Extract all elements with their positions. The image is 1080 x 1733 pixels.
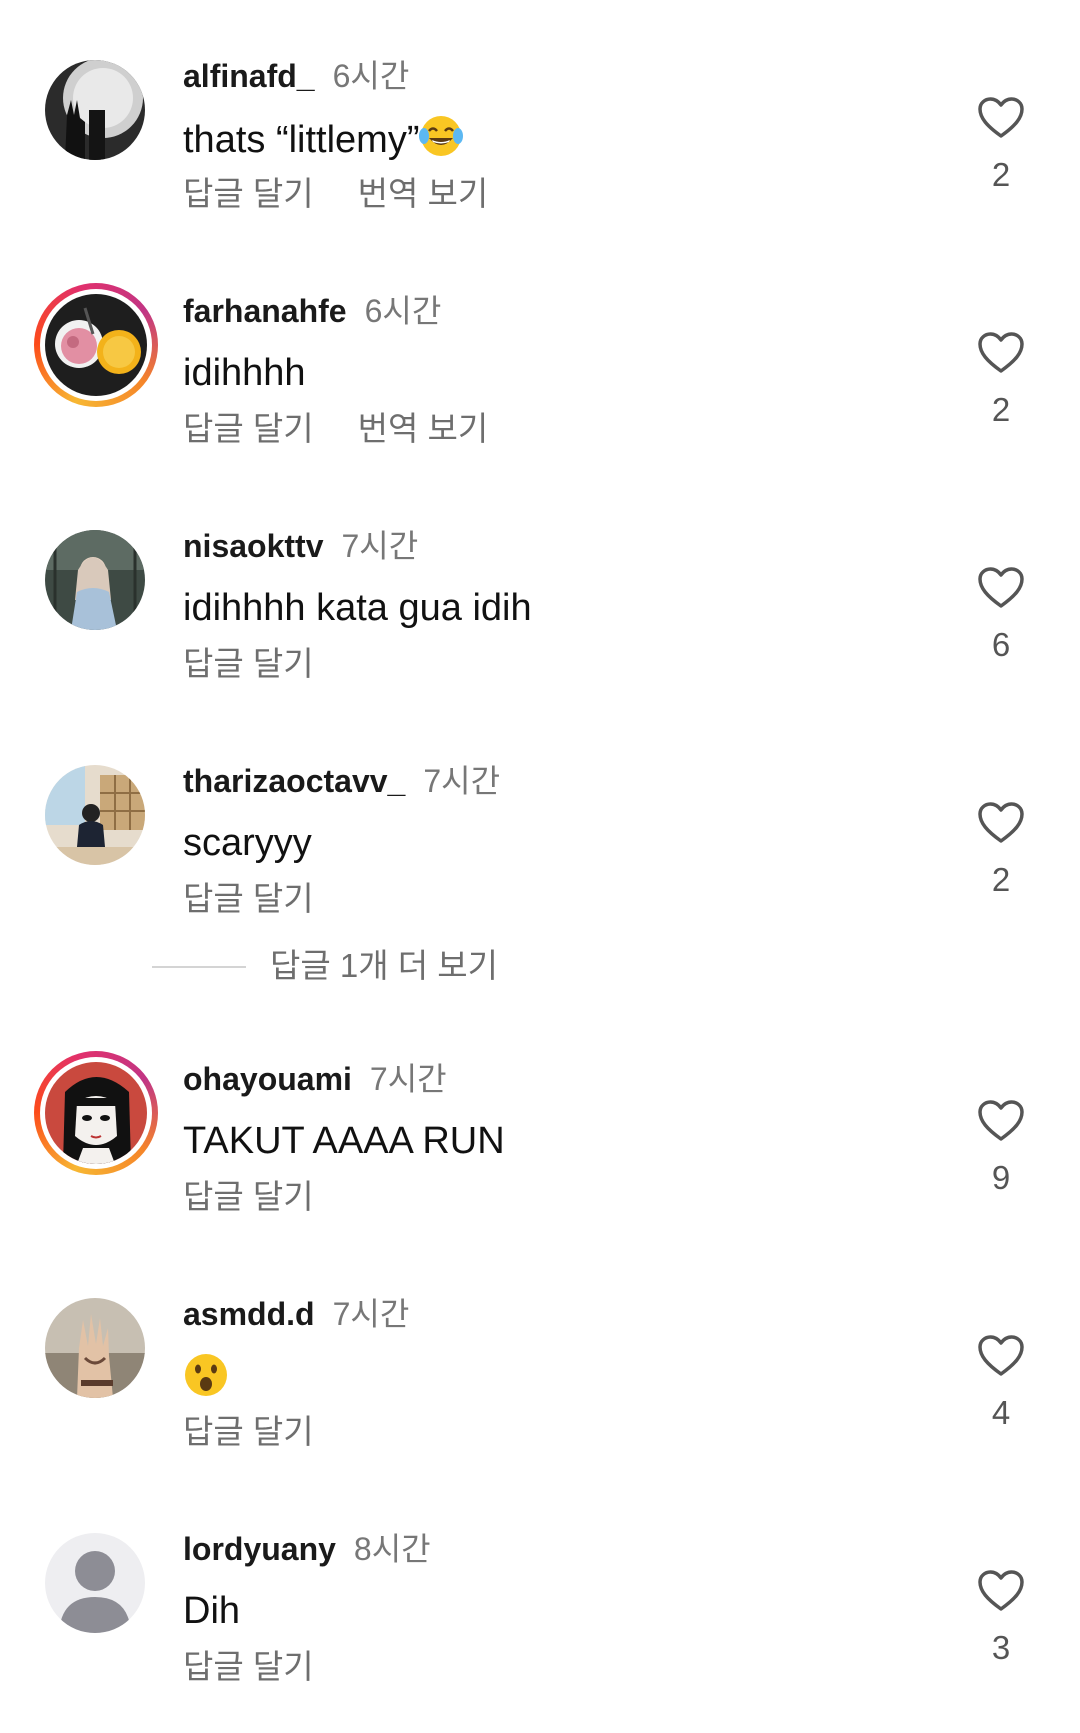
heart-icon — [978, 567, 1024, 608]
heart-icon — [978, 1335, 1024, 1376]
username[interactable]: tharizaoctavv_ — [183, 763, 405, 799]
reply-button[interactable]: 답글 달기 — [183, 880, 314, 917]
like-button[interactable]: 2 — [972, 331, 1030, 429]
reply-button[interactable]: 답글 달기 — [183, 1178, 314, 1215]
like-button[interactable]: 2 — [972, 801, 1030, 899]
like-button[interactable]: 2 — [972, 96, 1030, 194]
avatar[interactable] — [45, 765, 145, 865]
comment-item: tharizaoctavv_ 7시간 scaryyy 답글 달기 2 — [0, 763, 1080, 965]
timestamp: 8시간 — [353, 1531, 431, 1567]
comment-text: TAKUT AAAA RUN — [183, 1120, 505, 1162]
like-button[interactable]: 4 — [972, 1334, 1030, 1432]
avatar[interactable] — [45, 530, 145, 630]
avatar[interactable] — [45, 1533, 145, 1633]
default-user-icon — [45, 1533, 145, 1633]
username[interactable]: ohayouami — [183, 1061, 352, 1097]
heart-icon — [978, 97, 1024, 138]
avatar-story-ring[interactable] — [34, 283, 158, 407]
like-count: 4 — [991, 1394, 1011, 1431]
heart-icon — [978, 802, 1024, 843]
laughing-tears-emoji-icon — [419, 114, 464, 170]
comment-item: farhanahfe 6시간 idihhhh 답글 달기 번역 보기 2 — [0, 283, 1080, 495]
like-count: 2 — [991, 156, 1011, 193]
timestamp: 7시간 — [341, 528, 419, 564]
timestamp: 7시간 — [423, 763, 501, 799]
like-count: 9 — [991, 1159, 1011, 1196]
username[interactable]: nisaokttv — [183, 528, 323, 564]
timestamp: 6시간 — [364, 293, 442, 329]
comment-item: lordyuany 8시간 Dih 답글 달기 3 — [0, 1531, 1080, 1733]
comment-item: ohayouami 7시간 TAKUT AAAA RUN 답글 달기 9 — [0, 1051, 1080, 1263]
reply-button[interactable]: 답글 달기 — [183, 1413, 314, 1450]
comment-item: asmdd.d 7시간 답글 달기 4 — [0, 1296, 1080, 1498]
username[interactable]: alfinafd_ — [183, 58, 315, 94]
see-translation-button[interactable]: 번역 보기 — [358, 175, 489, 212]
reply-button[interactable]: 답글 달기 — [183, 175, 314, 212]
heart-icon — [978, 1100, 1024, 1141]
comment-text: idihhhh — [183, 352, 306, 394]
like-count: 2 — [991, 861, 1011, 898]
see-translation-button[interactable]: 번역 보기 — [358, 410, 489, 447]
like-button[interactable]: 6 — [972, 566, 1030, 664]
like-button[interactable]: 9 — [972, 1099, 1030, 1197]
avatar[interactable] — [45, 60, 145, 160]
timestamp: 7시간 — [332, 1296, 410, 1332]
like-count: 6 — [991, 626, 1011, 663]
comment-text: Dih — [183, 1590, 241, 1632]
heart-icon — [978, 332, 1024, 373]
comment-text: idihhhh kata gua idih — [183, 587, 532, 629]
reply-button[interactable]: 답글 달기 — [183, 410, 314, 447]
view-more-replies-label: 답글 1개 더 보기 — [270, 947, 499, 984]
heart-icon — [978, 1570, 1024, 1611]
like-button[interactable]: 3 — [972, 1569, 1030, 1667]
like-count: 2 — [991, 391, 1011, 428]
reply-button[interactable]: 답글 달기 — [183, 645, 314, 682]
username[interactable]: lordyuany — [183, 1531, 336, 1567]
timestamp: 7시간 — [369, 1061, 447, 1097]
comment-item: nisaokttv 7시간 idihhhh kata gua idih 답글 달기… — [0, 528, 1080, 730]
username[interactable]: asmdd.d — [183, 1296, 315, 1332]
divider — [152, 966, 246, 968]
avatar-story-ring[interactable] — [34, 1051, 158, 1175]
comment-text: scaryyy — [183, 822, 312, 864]
timestamp: 6시간 — [332, 58, 410, 94]
like-count: 3 — [991, 1629, 1011, 1666]
surprised-face-emoji-icon — [183, 1352, 229, 1410]
comment-item: alfinafd_ 6시간 thats “littlemy” 답글 달기 번역 보기… — [0, 58, 1080, 260]
comment-text: thats “littlemy” — [183, 119, 420, 162]
avatar[interactable] — [45, 1298, 145, 1398]
reply-button[interactable]: 답글 달기 — [183, 1648, 314, 1685]
username[interactable]: farhanahfe — [183, 293, 347, 329]
